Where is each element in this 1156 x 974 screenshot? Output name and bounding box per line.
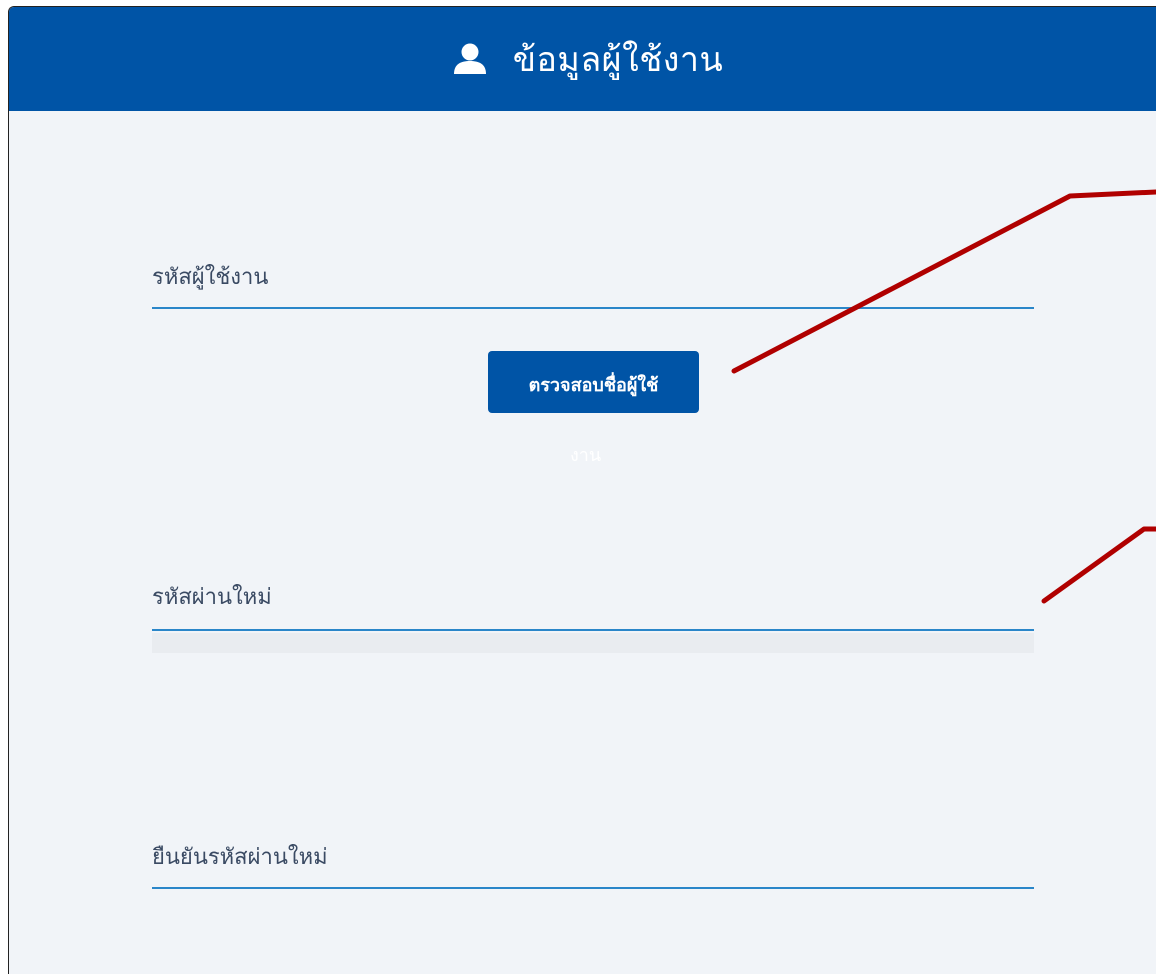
new-password-label: รหัสผ่านใหม่ [152,585,272,610]
confirm-password-label: ยืนยันรหัสผ่านใหม่ [152,845,328,870]
username-label: รหัสผู้ใช้งาน [152,265,269,290]
page-title: ข้อมูลผู้ใช้งาน [512,40,724,80]
panel-header: ข้อมูลผู้ใช้งาน [9,7,1156,111]
check-username-button[interactable]: ตรวจสอบชื่อผู้ใช้ [488,351,699,413]
header-content: ข้อมูลผู้ใช้งาน [453,32,723,86]
confirm-password-field[interactable]: ยืนยันรหัสผ่านใหม่ [152,829,1034,891]
user-info-panel: ข้อมูลผู้ใช้งาน รหัสผู้ใช้งาน ตรวจสอบชื่… [8,6,1156,974]
new-password-input-area [152,633,1034,653]
confirm-password-underline [152,887,1034,889]
username-underline [152,307,1034,309]
username-field[interactable]: รหัสผู้ใช้งาน [152,247,1034,311]
new-password-field[interactable]: รหัสผ่านใหม่ [152,567,1034,633]
new-password-underline [152,629,1034,631]
check-button-overflow-text: งาน [570,445,602,466]
user-icon [453,43,487,75]
